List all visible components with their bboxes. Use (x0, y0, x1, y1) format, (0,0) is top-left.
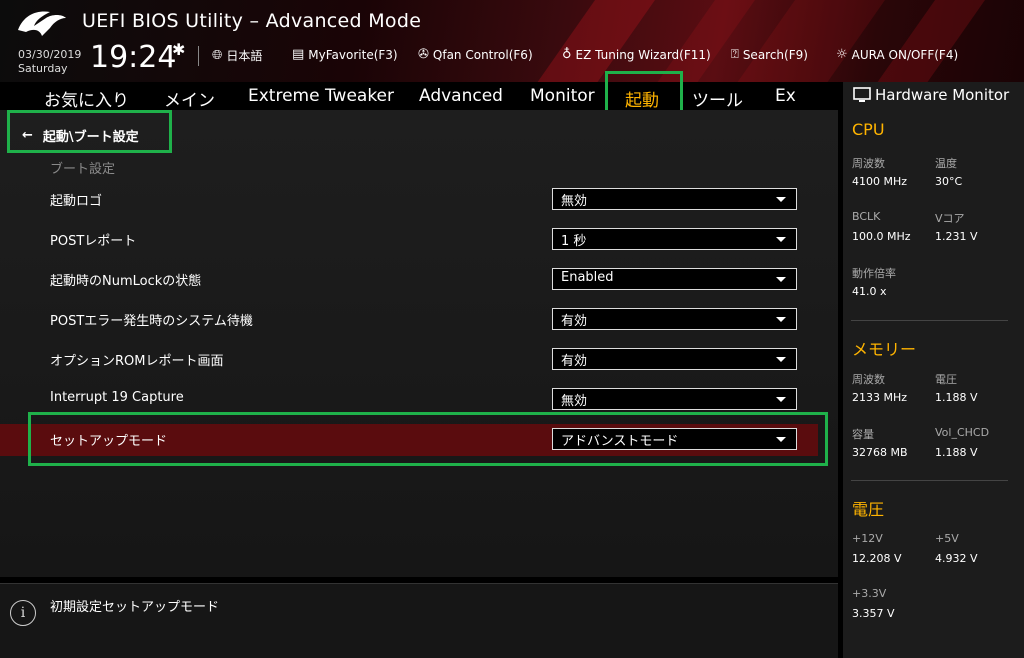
setting-label-post-error-wait: POSTエラー発生時のシステム待機 (50, 314, 253, 329)
search-icon: ⍰ (731, 47, 739, 62)
select-option-rom[interactable]: 有効 (552, 348, 797, 370)
select-value: Enabled (561, 270, 614, 285)
main-tabs: お気に入り メイン Extreme Tweaker Advanced Monit… (0, 82, 838, 111)
mem-volt-value: 1.188 V (935, 391, 978, 404)
select-value: 無効 (561, 194, 588, 209)
select-interrupt19[interactable]: 無効 (552, 388, 797, 410)
v12-value: 12.208 V (852, 552, 902, 565)
v33-label: +3.3V (852, 587, 887, 600)
tab-favorites[interactable]: お気に入り (44, 86, 129, 111)
select-value: 有効 (561, 314, 588, 329)
gear-icon[interactable]: ✱ (172, 40, 185, 59)
cpu-temp-value: 30°C (935, 175, 963, 188)
divider (851, 320, 1008, 321)
cpu-temp-label: 温度 (935, 157, 957, 170)
select-numlock[interactable]: Enabled (552, 268, 797, 290)
chevron-down-icon (776, 397, 786, 402)
mem-chcd-value: 1.188 V (935, 446, 978, 459)
favorite-list-icon: ▤ (292, 47, 305, 62)
search-label: Search(F9) (742, 47, 808, 62)
chevron-down-icon (776, 357, 786, 362)
cpu-vcore-label: Vコア (935, 212, 965, 225)
select-post-error-wait[interactable]: 有効 (552, 308, 797, 330)
setting-label-option-rom: オプションROMレポート画面 (50, 354, 224, 369)
mem-cap-label: 容量 (852, 428, 874, 441)
mem-freq-value: 2133 MHz (852, 391, 908, 404)
ez-tuning-wizard-button[interactable]: ♁ EZ Tuning Wizard(F11) (562, 47, 711, 62)
chevron-down-icon (776, 237, 786, 242)
header-divider (198, 46, 199, 66)
select-boot-logo[interactable]: 無効 (552, 188, 797, 210)
aura-label: AURA ON/OFF(F4) (851, 47, 959, 62)
cpu-freq-value: 4100 MHz (852, 175, 908, 188)
rog-logo-icon (18, 11, 66, 36)
title-bar: UEFI BIOS Utility – Advanced Mode 03/30/… (0, 0, 1024, 82)
cpu-section-title: CPU (852, 120, 885, 139)
date-display: 03/30/2019 Saturday (18, 48, 81, 76)
voltage-section-title: 電圧 (852, 500, 885, 519)
info-icon: i (10, 600, 36, 626)
tab-advanced[interactable]: Advanced (419, 86, 503, 106)
select-value: 1 秒 (561, 234, 587, 249)
globe-icon: 🌐︎ (212, 48, 223, 63)
select-post-report[interactable]: 1 秒 (552, 228, 797, 250)
tab-exit[interactable]: Ex (775, 86, 796, 106)
hardware-monitor-header: Hardware Monitor (853, 86, 1009, 104)
section-title: ブート設定 (50, 162, 116, 177)
myfavorite-label: MyFavorite(F3) (308, 47, 398, 62)
divider (851, 480, 1008, 481)
v33-value: 3.357 V (852, 607, 895, 620)
monitor-icon (853, 87, 871, 102)
aura-icon: ☼ (836, 47, 848, 62)
v12-label: +12V (852, 532, 883, 545)
aura-toggle-button[interactable]: ☼ AURA ON/OFF(F4) (836, 47, 958, 62)
setting-label-post-report: POSTレポート (50, 234, 137, 249)
tab-tool[interactable]: ツール (692, 86, 743, 111)
mem-volt-label: 電圧 (935, 373, 957, 386)
help-bar: i 初期設定セットアップモード (0, 583, 838, 658)
select-value: 有効 (561, 354, 588, 369)
myfavorite-button[interactable]: ▤ MyFavorite(F3) (292, 47, 398, 62)
setting-label-interrupt19: Interrupt 19 Capture (50, 390, 184, 405)
v5-label: +5V (935, 532, 959, 545)
search-button[interactable]: ⍰ Search(F9) (731, 47, 808, 62)
mem-freq-label: 周波数 (852, 373, 885, 386)
breadcrumb-annotation-box (7, 110, 172, 153)
app-title: UEFI BIOS Utility – Advanced Mode (82, 10, 422, 32)
hardware-monitor-panel: Hardware Monitor CPU 周波数 温度 4100 MHz 30°… (843, 82, 1024, 658)
lightbulb-icon: ♁ (562, 47, 572, 62)
cpu-vcore-value: 1.231 V (935, 230, 978, 243)
cpu-ratio-label: 動作倍率 (852, 267, 896, 280)
date-text: 03/30/2019 (18, 48, 82, 61)
language-button[interactable]: 🌐︎ 日本語 (212, 47, 262, 64)
cpu-ratio-value: 41.0 x (852, 285, 887, 298)
day-text: Saturday (18, 62, 68, 75)
cpu-bclk-value: 100.0 MHz (852, 230, 911, 243)
mem-chcd-label: Vol_CHCD (935, 426, 990, 439)
setting-label-numlock: 起動時のNumLockの状態 (50, 274, 202, 289)
cpu-freq-label: 周波数 (852, 157, 885, 170)
fan-icon: ✇ (418, 47, 429, 62)
setting-label-boot-logo: 起動ロゴ (50, 194, 103, 209)
clock: 19:24 (90, 40, 177, 75)
qfan-control-button[interactable]: ✇ Qfan Control(F6) (418, 47, 533, 62)
tab-extreme-tweaker[interactable]: Extreme Tweaker (248, 86, 394, 106)
v5-value: 4.932 V (935, 552, 978, 565)
language-label: 日本語 (226, 49, 263, 63)
cpu-bclk-label: BCLK (852, 210, 881, 223)
hardware-monitor-title: Hardware Monitor (875, 86, 1010, 104)
mem-cap-value: 32768 MB (852, 446, 908, 459)
chevron-down-icon (776, 197, 786, 202)
chevron-down-icon (776, 317, 786, 322)
tab-monitor[interactable]: Monitor (530, 86, 595, 106)
qfan-label: Qfan Control(F6) (432, 47, 533, 62)
ez-tuning-label: EZ Tuning Wizard(F11) (575, 47, 711, 62)
select-value: 無効 (561, 394, 588, 409)
settings-panel: ← 起動\ブート設定 ブート設定 起動ロゴ 無効 POSTレポート 1 秒 起動… (0, 110, 838, 577)
chevron-down-icon (776, 277, 786, 282)
memory-section-title: メモリー (852, 340, 917, 359)
setup-mode-annotation-box (28, 412, 828, 466)
tab-main[interactable]: メイン (164, 86, 215, 111)
help-text: 初期設定セットアップモード (50, 600, 220, 615)
